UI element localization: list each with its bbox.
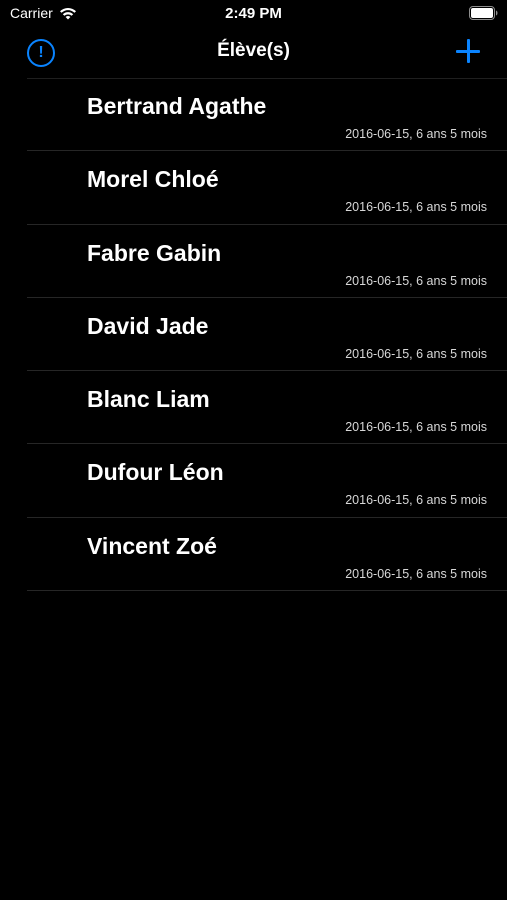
student-row[interactable]: Vincent Zoé 2016-06-15, 6 ans 5 mois bbox=[0, 518, 507, 592]
battery-icon bbox=[469, 6, 498, 20]
page-title: Élève(s) bbox=[217, 40, 290, 61]
student-birthdate-age: 2016-06-15, 6 ans 5 mois bbox=[345, 127, 487, 141]
student-name: Blanc Liam bbox=[87, 386, 210, 413]
add-student-button[interactable] bbox=[456, 39, 480, 63]
student-name: Morel Chloé bbox=[87, 166, 219, 193]
student-row[interactable]: Dufour Léon 2016-06-15, 6 ans 5 mois bbox=[0, 444, 507, 519]
student-name: Bertrand Agathe bbox=[87, 93, 267, 119]
student-row[interactable]: Morel Chloé 2016-06-15, 6 ans 5 mois bbox=[0, 151, 507, 225]
status-bar: Carrier 2:49 PM bbox=[0, 0, 507, 28]
app-screen: Carrier 2:49 PM ! Élève(s) Bertrand Agat… bbox=[0, 0, 507, 900]
student-name: Vincent Zoé bbox=[87, 532, 217, 559]
student-row[interactable]: Bertrand Agathe 2016-06-15, 6 ans 5 mois bbox=[0, 78, 507, 152]
student-birthdate-age: 2016-06-15, 6 ans 5 mois bbox=[345, 420, 487, 435]
status-time: 2:49 PM bbox=[225, 5, 282, 22]
student-birthdate-age: 2016-06-15, 6 ans 5 mois bbox=[345, 346, 487, 361]
student-birthdate-age: 2016-06-15, 6 ans 5 mois bbox=[345, 566, 487, 581]
student-row[interactable]: David Jade 2016-06-15, 6 ans 5 mois bbox=[0, 298, 507, 372]
student-birthdate-age: 2016-06-15, 6 ans 5 mois bbox=[345, 493, 487, 508]
student-birthdate-age: 2016-06-15, 6 ans 5 mois bbox=[345, 273, 487, 288]
student-birthdate-age: 2016-06-15, 6 ans 5 mois bbox=[345, 200, 487, 215]
student-list: Bertrand Agathe 2016-06-15, 6 ans 5 mois… bbox=[0, 78, 507, 592]
navigation-bar: ! Élève(s) bbox=[0, 28, 507, 78]
student-row[interactable]: Fabre Gabin 2016-06-15, 6 ans 5 mois bbox=[0, 225, 507, 299]
student-name: Fabre Gabin bbox=[87, 239, 222, 266]
student-name: David Jade bbox=[87, 312, 209, 339]
student-row[interactable]: Blanc Liam 2016-06-15, 6 ans 5 mois bbox=[0, 371, 507, 445]
student-name: Dufour Léon bbox=[87, 459, 224, 486]
